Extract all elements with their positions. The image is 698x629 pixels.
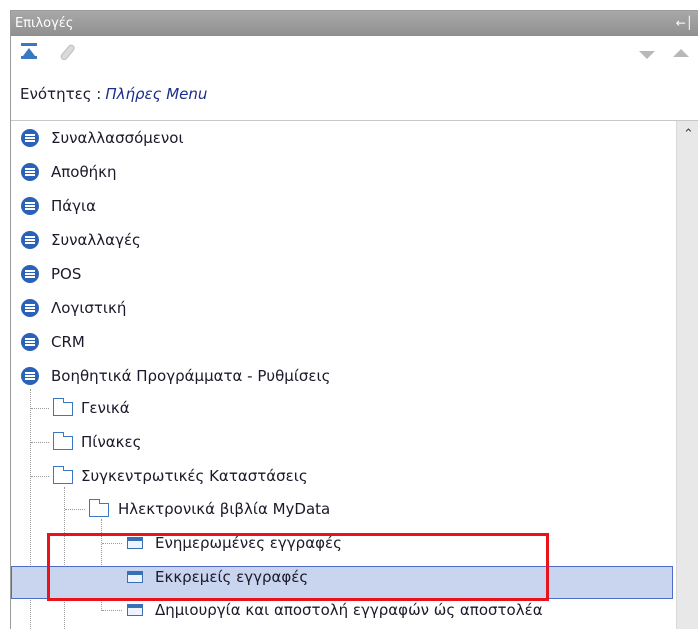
open-folder-icon bbox=[53, 466, 73, 484]
highlight-annotation-box bbox=[47, 533, 549, 601]
tree-item-label: Δημιουργία και αποστολή εγγραφών ώς αποσ… bbox=[155, 601, 543, 619]
arrow-down-icon[interactable] bbox=[639, 51, 655, 59]
tree-item-label: Ηλεκτρονικά βιβλία MyData bbox=[118, 500, 331, 518]
list-bullet-icon bbox=[21, 231, 39, 249]
list-bullet-icon bbox=[21, 367, 39, 385]
tree-item-label: Συγκεντρωτικές Καταστάσεις bbox=[81, 467, 308, 485]
attachment-icon[interactable] bbox=[59, 43, 79, 61]
folder-icon bbox=[53, 432, 73, 450]
sections-value[interactable]: Πλήρες Menu bbox=[105, 85, 207, 103]
arrow-up-icon[interactable] bbox=[673, 49, 689, 57]
form-icon bbox=[127, 604, 143, 616]
menu-item-label: Πάγια bbox=[51, 197, 97, 215]
panel-toolbar bbox=[11, 37, 698, 67]
pin-icon[interactable]: ←│ bbox=[676, 11, 693, 36]
list-bullet-icon bbox=[21, 197, 39, 215]
scroll-up-icon[interactable]: ⌃ bbox=[683, 127, 694, 142]
menu-item-label: Λογιστική bbox=[51, 299, 127, 317]
list-bullet-icon bbox=[21, 333, 39, 351]
tree-item-create-send-records[interactable]: Δημιουργία και αποστολή εγγραφών ώς αποσ… bbox=[155, 598, 655, 622]
panel-titlebar: Επιλογές ←│ bbox=[11, 11, 698, 36]
list-bullet-icon bbox=[21, 129, 39, 147]
sections-label: Ενότητες : bbox=[20, 85, 102, 103]
list-bullet-icon bbox=[21, 265, 39, 283]
tree-item-summary-reports[interactable]: Συγκεντρωτικές Καταστάσεις bbox=[81, 464, 481, 488]
tree-connector bbox=[102, 610, 122, 611]
collapse-all-icon[interactable] bbox=[21, 43, 37, 59]
menu-item-pos[interactable]: POS bbox=[21, 262, 621, 286]
menu-item-crm[interactable]: CRM bbox=[21, 330, 621, 354]
list-bullet-icon bbox=[21, 163, 39, 181]
tree-item-tables[interactable]: Πίνακες bbox=[81, 430, 381, 454]
vertical-scrollbar[interactable]: ⌃ bbox=[676, 121, 698, 629]
tree-item-label: Πίνακες bbox=[81, 433, 142, 451]
tree-connector bbox=[65, 509, 85, 510]
tree-connector bbox=[31, 476, 49, 477]
menu-item-counterparties[interactable]: Συναλλασσόμενοι bbox=[21, 126, 621, 150]
divider bbox=[11, 120, 698, 121]
menu-item-transactions[interactable]: Συναλλαγές bbox=[21, 228, 621, 252]
tree-item-mydata-books[interactable]: Ηλεκτρονικά βιβλία MyData bbox=[118, 497, 518, 521]
menu-item-label: POS bbox=[51, 265, 82, 283]
tree-item-label: Γενικά bbox=[81, 399, 130, 417]
options-panel: Επιλογές ←│ Ενότητες : Πλήρες Menu ⌃ Συνα… bbox=[10, 10, 698, 629]
menu-item-label: Αποθήκη bbox=[51, 163, 117, 181]
open-folder-icon bbox=[89, 499, 109, 517]
folder-icon bbox=[53, 398, 73, 416]
panel-title: Επιλογές bbox=[15, 16, 74, 31]
menu-item-warehouse[interactable]: Αποθήκη bbox=[21, 160, 621, 184]
menu-item-label: CRM bbox=[51, 333, 85, 351]
list-bullet-icon bbox=[21, 299, 39, 317]
sections-selector[interactable]: Ενότητες : Πλήρες Menu bbox=[20, 85, 207, 103]
menu-item-label: Συναλλαγές bbox=[51, 231, 141, 249]
tree-connector bbox=[31, 408, 49, 409]
tree-connector bbox=[31, 442, 49, 443]
menu-item-label: Συναλλασσόμενοι bbox=[51, 129, 184, 147]
menu-item-utilities-settings[interactable]: Βοηθητικά Προγράμματα - Ρυθμίσεις bbox=[21, 364, 621, 388]
menu-item-label: Βοηθητικά Προγράμματα - Ρυθμίσεις bbox=[51, 367, 331, 385]
menu-item-assets[interactable]: Πάγια bbox=[21, 194, 621, 218]
tree-item-general[interactable]: Γενικά bbox=[81, 396, 381, 420]
menu-item-accounting[interactable]: Λογιστική bbox=[21, 296, 621, 320]
